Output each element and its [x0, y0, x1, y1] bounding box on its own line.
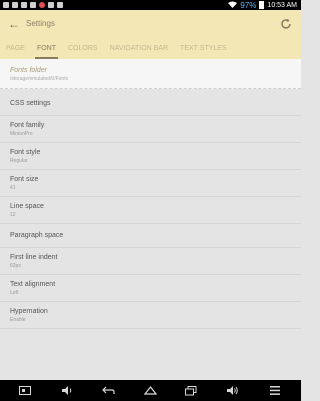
tab-bar: PAGE FONT COLORS NAVIGATION BAR TEXT STY…	[0, 37, 301, 59]
fonts-folder-setting[interactable]: Fonts folder /storage/emulated/0/Fonts	[0, 59, 301, 89]
wifi-icon	[228, 1, 238, 10]
setting-value: Left	[10, 289, 19, 296]
tab-navigation-bar[interactable]: NAVIGATION BAR	[104, 37, 174, 59]
notification-icon	[12, 2, 18, 8]
refresh-icon[interactable]	[279, 17, 293, 31]
setting-label: First line indent	[10, 253, 58, 261]
tab-text-styles[interactable]: TEXT STYLES	[174, 37, 233, 59]
setting-label: CSS settings	[10, 100, 51, 107]
battery-icon	[259, 1, 265, 9]
home-icon[interactable]	[143, 384, 157, 397]
setting-css[interactable]: CSS settings	[0, 92, 301, 116]
system-nav-bar	[0, 380, 301, 401]
action-bar: ← Settings	[0, 10, 301, 37]
setting-label: Font style	[10, 148, 41, 156]
setting-value: Regular	[10, 157, 28, 164]
setting-value: 41	[10, 184, 16, 191]
setting-hyphenation[interactable]: Hypernation Enable	[0, 302, 301, 329]
back-icon[interactable]: ←	[4, 10, 24, 37]
setting-line-space[interactable]: Line space 12	[0, 197, 301, 224]
settings-list: CSS settings Font family MinionPro Font …	[0, 92, 301, 329]
notification-icon	[3, 2, 9, 8]
setting-text-alignment[interactable]: Text alignment Left	[0, 275, 301, 302]
setting-value: 62px	[10, 262, 21, 269]
nav-back-icon[interactable]	[101, 384, 115, 397]
fonts-folder-title: Fonts folder	[10, 67, 47, 74]
volume-down-icon[interactable]	[60, 384, 74, 397]
volume-up-icon[interactable]	[226, 384, 240, 397]
tab-colors[interactable]: COLORS	[62, 37, 104, 59]
setting-font-family[interactable]: Font family MinionPro	[0, 116, 301, 143]
notification-icon	[48, 2, 54, 8]
tab-font[interactable]: FONT	[31, 37, 62, 59]
screenshot-icon[interactable]	[18, 384, 32, 397]
setting-label: Line space	[10, 202, 44, 210]
setting-label: Font size	[10, 175, 39, 183]
setting-label: Font family	[10, 121, 45, 129]
setting-value: 12	[10, 211, 16, 218]
tab-page[interactable]: PAGE	[0, 37, 31, 59]
notification-icon	[57, 2, 63, 8]
setting-value: MinionPro	[10, 130, 33, 137]
setting-label: Hypernation	[10, 307, 48, 315]
setting-paragraph-space[interactable]: Paragraph space	[0, 224, 301, 248]
notification-icon	[21, 2, 27, 8]
setting-label: Text alignment	[10, 280, 56, 288]
notification-icon	[39, 2, 45, 8]
setting-font-size[interactable]: Font size 41	[0, 170, 301, 197]
notification-icons	[0, 2, 63, 8]
status-bar: 97% 10:53 AM	[0, 0, 301, 10]
page-title: Settings	[26, 19, 55, 28]
notification-icon	[30, 2, 36, 8]
recents-icon[interactable]	[184, 384, 198, 397]
menu-icon[interactable]	[268, 384, 282, 397]
clock: 10:53 AM	[267, 1, 297, 9]
setting-font-style[interactable]: Font style Regular	[0, 143, 301, 170]
setting-label: Paragraph space	[10, 232, 64, 239]
setting-first-line-indent[interactable]: First line indent 62px	[0, 248, 301, 275]
battery-percent: 97%	[240, 0, 257, 10]
setting-value: Enable	[10, 316, 26, 323]
fonts-folder-path: /storage/emulated/0/Fonts	[10, 76, 69, 82]
